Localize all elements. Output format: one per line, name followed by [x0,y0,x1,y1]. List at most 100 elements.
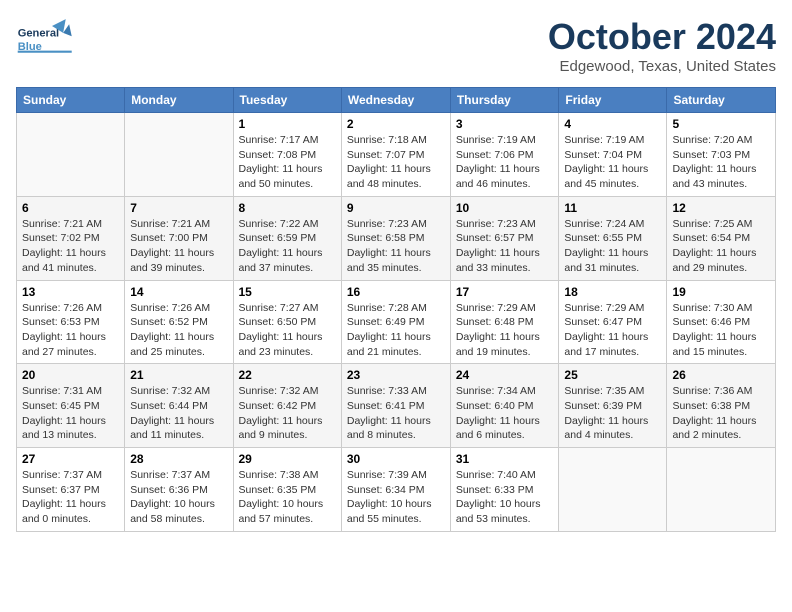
day-number: 3 [456,117,554,131]
day-number: 28 [130,452,227,466]
calendar-cell: 15Sunrise: 7:27 AM Sunset: 6:50 PM Dayli… [233,280,341,364]
calendar-cell: 4 Sunrise: 7:19 AM Sunset: 7:04 PM Daylig… [559,113,667,197]
calendar-cell: 21 Sunrise: 7:32 AM Sunset: 6:44 PM Dayli… [125,364,233,448]
calendar-cell: 22 Sunrise: 7:32 AM Sunset: 6:42 PM Dayli… [233,364,341,448]
calendar-cell: 9 Sunrise: 7:23 AM Sunset: 6:58 PM Daylig… [341,196,450,280]
day-detail: Sunrise: 7:38 AM Sunset: 6:35 PM Dayligh… [239,468,336,527]
day-detail: Sunrise: 7:18 AM Sunset: 7:07 PM Dayligh… [347,133,445,192]
calendar-cell [17,113,125,197]
calendar-cell: 30 Sunrise: 7:39 AM Sunset: 6:34 PM Dayli… [341,448,450,532]
calendar-cell: 20 Sunrise: 7:31 AM Sunset: 6:45 PM Dayli… [17,364,125,448]
day-number: 22 [239,368,336,382]
logo-icon: General Blue [16,16,76,60]
day-number: 12 [672,201,770,215]
day-number: 9 [347,201,445,215]
day-detail: Sunrise: 7:23 AM Sunset: 6:58 PM Dayligh… [347,217,445,276]
day-number: 6 [22,201,119,215]
calendar-cell: 27 Sunrise: 7:37 AM Sunset: 6:37 PM Dayli… [17,448,125,532]
calendar-header-row: SundayMondayTuesdayWednesdayThursdayFrid… [17,88,776,113]
calendar-cell: 19 Sunrise: 7:30 AM Sunset: 6:46 PM Dayli… [667,280,776,364]
day-detail: Sunrise: 7:20 AM Sunset: 7:03 PM Dayligh… [672,133,770,192]
day-number: 15 [239,285,336,299]
day-number: 1 [239,117,336,131]
day-detail: Sunrise: 7:29 AM Sunset: 6:48 PM Dayligh… [456,301,554,360]
calendar-cell: 17 Sunrise: 7:29 AM Sunset: 6:48 PM Dayli… [450,280,559,364]
day-number: 19 [672,285,770,299]
day-number: 29 [239,452,336,466]
column-header-saturday: Saturday [667,88,776,113]
day-detail: Sunrise: 7:22 AM Sunset: 6:59 PM Dayligh… [239,217,336,276]
day-detail: Sunrise: 7:26 AM Sunset: 6:53 PM Dayligh… [22,301,119,360]
day-number: 31 [456,452,554,466]
day-number: 18 [564,285,661,299]
day-detail: Sunrise: 7:40 AM Sunset: 6:33 PM Dayligh… [456,468,554,527]
column-header-sunday: Sunday [17,88,125,113]
calendar-cell: 1Sunrise: 7:17 AM Sunset: 7:08 PM Daylig… [233,113,341,197]
calendar-week-row: 1Sunrise: 7:17 AM Sunset: 7:08 PM Daylig… [17,113,776,197]
calendar-cell: 8 Sunrise: 7:22 AM Sunset: 6:59 PM Daylig… [233,196,341,280]
title-area: October 2024 Edgewood, Texas, United Sta… [548,16,776,75]
day-detail: Sunrise: 7:26 AM Sunset: 6:52 PM Dayligh… [130,301,227,360]
calendar-cell: 29 Sunrise: 7:38 AM Sunset: 6:35 PM Dayli… [233,448,341,532]
logo: General Blue [16,16,76,60]
day-detail: Sunrise: 7:32 AM Sunset: 6:42 PM Dayligh… [239,384,336,443]
day-detail: Sunrise: 7:39 AM Sunset: 6:34 PM Dayligh… [347,468,445,527]
day-detail: Sunrise: 7:36 AM Sunset: 6:38 PM Dayligh… [672,384,770,443]
calendar-cell: 3 Sunrise: 7:19 AM Sunset: 7:06 PM Daylig… [450,113,559,197]
day-detail: Sunrise: 7:28 AM Sunset: 6:49 PM Dayligh… [347,301,445,360]
calendar-cell: 6Sunrise: 7:21 AM Sunset: 7:02 PM Daylig… [17,196,125,280]
day-detail: Sunrise: 7:32 AM Sunset: 6:44 PM Dayligh… [130,384,227,443]
day-number: 30 [347,452,445,466]
calendar-cell [125,113,233,197]
day-number: 27 [22,452,119,466]
day-number: 24 [456,368,554,382]
calendar-cell [667,448,776,532]
day-detail: Sunrise: 7:35 AM Sunset: 6:39 PM Dayligh… [564,384,661,443]
day-detail: Sunrise: 7:19 AM Sunset: 7:04 PM Dayligh… [564,133,661,192]
column-header-wednesday: Wednesday [341,88,450,113]
calendar-table: SundayMondayTuesdayWednesdayThursdayFrid… [16,87,776,532]
calendar-cell: 16Sunrise: 7:28 AM Sunset: 6:49 PM Dayli… [341,280,450,364]
day-detail: Sunrise: 7:33 AM Sunset: 6:41 PM Dayligh… [347,384,445,443]
day-detail: Sunrise: 7:37 AM Sunset: 6:37 PM Dayligh… [22,468,119,527]
day-detail: Sunrise: 7:25 AM Sunset: 6:54 PM Dayligh… [672,217,770,276]
day-number: 5 [672,117,770,131]
month-title: October 2024 [548,16,776,58]
day-number: 11 [564,201,661,215]
day-number: 23 [347,368,445,382]
day-number: 20 [22,368,119,382]
calendar-cell: 24 Sunrise: 7:34 AM Sunset: 6:40 PM Dayli… [450,364,559,448]
day-number: 25 [564,368,661,382]
column-header-thursday: Thursday [450,88,559,113]
svg-text:General: General [18,27,59,39]
calendar-week-row: 13 Sunrise: 7:26 AM Sunset: 6:53 PM Dayli… [17,280,776,364]
day-detail: Sunrise: 7:19 AM Sunset: 7:06 PM Dayligh… [456,133,554,192]
column-header-tuesday: Tuesday [233,88,341,113]
calendar-cell: 5 Sunrise: 7:20 AM Sunset: 7:03 PM Daylig… [667,113,776,197]
day-number: 14 [130,285,227,299]
calendar-cell: 26 Sunrise: 7:36 AM Sunset: 6:38 PM Dayli… [667,364,776,448]
column-header-friday: Friday [559,88,667,113]
location-title: Edgewood, Texas, United States [548,58,776,75]
page-header: General Blue October 2024 Edgewood, Texa… [16,16,776,75]
calendar-cell: 10Sunrise: 7:23 AM Sunset: 6:57 PM Dayli… [450,196,559,280]
day-detail: Sunrise: 7:30 AM Sunset: 6:46 PM Dayligh… [672,301,770,360]
calendar-cell: 2Sunrise: 7:18 AM Sunset: 7:07 PM Daylig… [341,113,450,197]
day-number: 7 [130,201,227,215]
calendar-cell: 7Sunrise: 7:21 AM Sunset: 7:00 PM Daylig… [125,196,233,280]
day-number: 21 [130,368,227,382]
day-number: 26 [672,368,770,382]
day-number: 17 [456,285,554,299]
day-number: 4 [564,117,661,131]
day-detail: Sunrise: 7:29 AM Sunset: 6:47 PM Dayligh… [564,301,661,360]
calendar-cell: 18 Sunrise: 7:29 AM Sunset: 6:47 PM Dayli… [559,280,667,364]
calendar-cell: 12 Sunrise: 7:25 AM Sunset: 6:54 PM Dayli… [667,196,776,280]
calendar-cell: 23 Sunrise: 7:33 AM Sunset: 6:41 PM Dayli… [341,364,450,448]
day-detail: Sunrise: 7:37 AM Sunset: 6:36 PM Dayligh… [130,468,227,527]
day-number: 13 [22,285,119,299]
day-detail: Sunrise: 7:24 AM Sunset: 6:55 PM Dayligh… [564,217,661,276]
day-detail: Sunrise: 7:34 AM Sunset: 6:40 PM Dayligh… [456,384,554,443]
day-detail: Sunrise: 7:31 AM Sunset: 6:45 PM Dayligh… [22,384,119,443]
calendar-week-row: 20 Sunrise: 7:31 AM Sunset: 6:45 PM Dayli… [17,364,776,448]
day-number: 8 [239,201,336,215]
